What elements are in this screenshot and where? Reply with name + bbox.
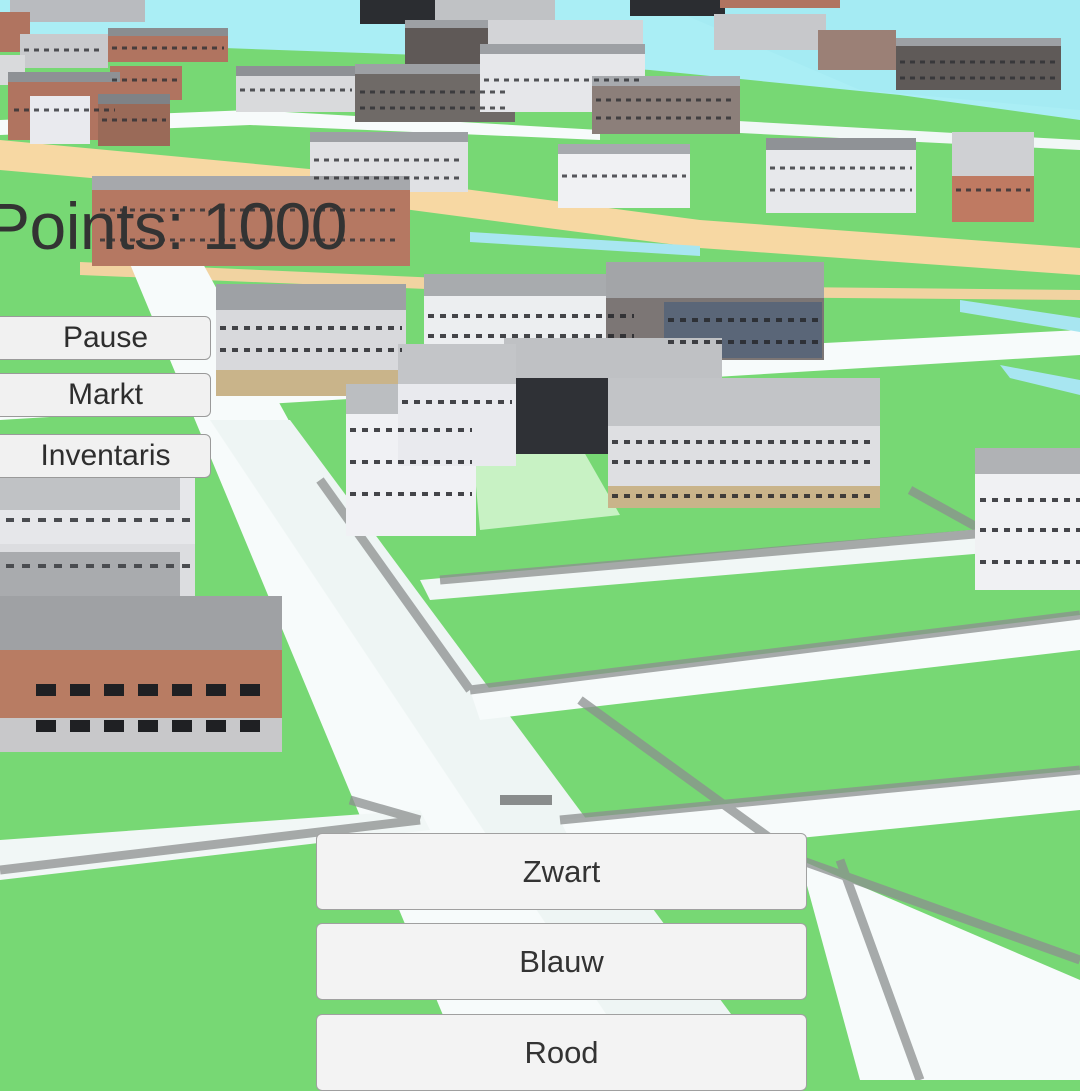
color-black-button[interactable]: Zwart — [316, 833, 807, 910]
market-button[interactable]: Markt — [0, 373, 211, 417]
road-marker — [500, 795, 552, 805]
color-red-button[interactable]: Rood — [316, 1014, 807, 1091]
points-counter: Points: 1000 — [0, 189, 347, 263]
inventory-button[interactable]: Inventaris — [0, 434, 211, 478]
pause-button[interactable]: Pause — [0, 316, 211, 360]
color-blue-button[interactable]: Blauw — [316, 923, 807, 1000]
city-map-3d[interactable] — [0, 0, 1080, 1080]
